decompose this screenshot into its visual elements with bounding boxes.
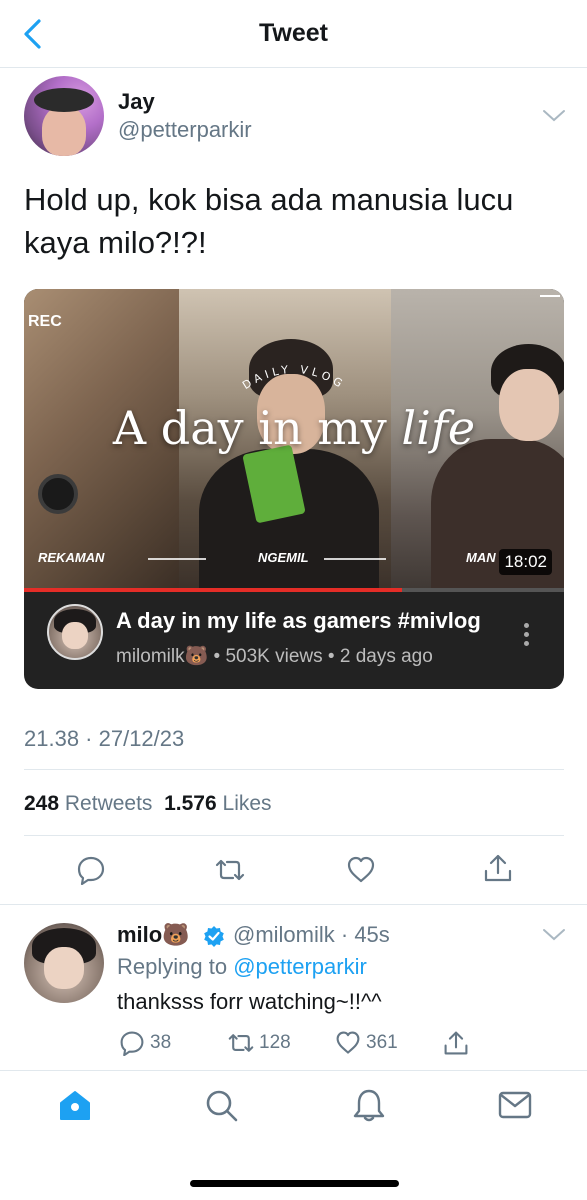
like-stats[interactable]: 1.576 Likes [164,792,271,815]
retweets-count: 248 [24,792,60,815]
video-card[interactable]: REC DAILY VLOG A day in my life REKAMAN … [24,289,564,689]
more-options-icon[interactable] [524,623,530,649]
notifications-icon[interactable] [351,1087,387,1123]
avatar[interactable] [24,76,104,156]
segment-label-rekaman: REKAMAN [38,550,105,565]
tweet-text-line: Hold up, kok bisa ada manusia lucu [24,182,514,217]
verified-badge-icon [204,926,224,947]
likes-label: Likes [222,792,272,815]
segment-divider [148,558,206,560]
retweet-icon[interactable] [215,855,245,885]
daily-vlog-text: DAILY VLOG [240,363,344,392]
chevron-down-icon[interactable] [542,928,566,942]
search-icon[interactable] [203,1087,239,1123]
divider [24,835,564,836]
share-icon [444,1031,468,1055]
like-count: 361 [366,1032,398,1053]
retweet-icon [228,1034,254,1052]
segment-label-man: MAN [466,550,496,565]
author-handle[interactable]: @petterparkir [118,117,252,143]
video-duration: 18:02 [499,549,552,575]
video-meta: milomilk🐻 • 503K views • 2 days ago [116,644,433,668]
like-icon[interactable] [346,855,376,885]
rec-label: REC [28,313,62,330]
video-title[interactable]: A day in my life as gamers #mivlog [116,608,481,634]
home-indicator [190,1180,399,1187]
divider [0,904,587,905]
replying-mention[interactable]: @petterparkir [233,954,367,979]
segment-label-ngemil: NGEMIL [258,550,309,565]
reply-text: thanksss forr watching~!!^^ [117,989,382,1014]
reply-author-name[interactable]: milo🐻 [117,922,190,948]
home-icon[interactable] [57,1087,93,1123]
tweet-timestamp: 21.38 · 27/12/23 [24,726,185,751]
likes-count: 1.576 [164,792,217,815]
thumbnail-title-italic: life [401,401,476,455]
page-title: Tweet [259,19,328,47]
replying-prefix: Replying to [117,954,234,979]
thumbnail-title-main: A day in my [112,401,387,455]
tweet-text-line: kaya milo?!?! [24,225,207,260]
reply-icon [120,1031,144,1056]
thumbnail-title: A day in my life [24,401,564,455]
avatar-face [62,621,88,649]
tweet-stats: 248 Retweets 1.576 Likes [24,792,272,816]
video-thumbnail[interactable]: REC DAILY VLOG A day in my life REKAMAN … [24,289,564,592]
avatar-face [42,106,86,156]
share-icon[interactable] [483,853,513,883]
daily-vlog-arc: DAILY VLOG [240,363,348,392]
thumbnail-corner-line [540,295,560,297]
reply-author-handle[interactable]: @milomilk · 45s [233,922,390,948]
retweet-stats[interactable]: 248 Retweets [24,792,152,815]
reply-count: 38 [150,1032,172,1053]
svg-text:DAILY VLOG: DAILY VLOG [240,363,348,392]
retweets-label: Retweets [64,792,153,815]
retweet-count: 128 [259,1032,291,1053]
channel-name[interactable]: milomilk🐻 [116,646,208,667]
segment-divider [324,558,386,560]
avatar-face [44,947,84,989]
replying-to: Replying to @petterparkir [117,954,367,980]
tweet-text: Hold up, kok bisa ada manusia lucu kaya … [24,178,564,264]
divider [24,769,564,770]
video-stats: • 503K views • 2 days ago [208,646,433,667]
chevron-down-icon[interactable] [542,109,566,123]
video-progress-fill [24,588,402,592]
messages-icon[interactable] [497,1087,533,1123]
avatar-hat [34,88,94,112]
like-icon [336,1031,360,1054]
author-name[interactable]: Jay [118,89,155,115]
nav-header: Tweet [0,0,587,68]
reply-icon[interactable] [76,855,106,885]
video-progress-bar[interactable] [24,588,564,592]
channel-avatar[interactable] [47,604,103,660]
camera-shape [38,474,78,514]
reply-avatar[interactable] [24,923,104,1003]
